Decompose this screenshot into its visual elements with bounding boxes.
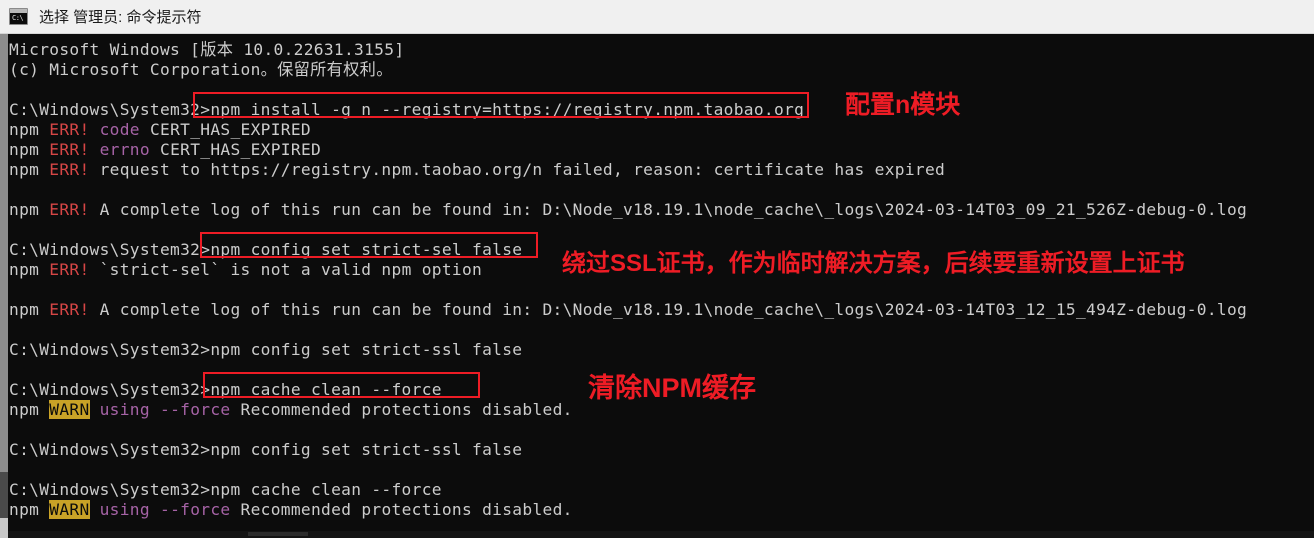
console-segment: errno <box>99 140 150 159</box>
console-segment: A complete log of this run can be found … <box>89 300 1248 319</box>
console-line-warn-force-1: npm WARN using --force Recommended prote… <box>9 400 573 420</box>
console-segment: ERR! <box>49 260 90 279</box>
console-line-prompt-strict-ssl-2: C:\Windows\System32>npm config set stric… <box>9 440 522 460</box>
console-segment: npm <box>9 500 50 519</box>
console-segment: ERR! <box>49 160 90 179</box>
console-line-prompt-cache-clean-1: C:\Windows\System32>npm cache clean --fo… <box>9 380 442 400</box>
console-segment: A complete log of this run can be found … <box>89 200 1248 219</box>
horizontal-scrollbar-thumb[interactable] <box>248 532 308 536</box>
console-segment: ERR! <box>49 200 90 219</box>
console-line-prompt-npm-install: C:\Windows\System32>npm install -g n --r… <box>9 100 804 120</box>
window-title: 选择 管理员: 命令提示符 <box>39 9 202 26</box>
console-segment: ERR! <box>49 140 90 159</box>
console-segment: C:\Windows\System32>npm config set stric… <box>9 440 523 459</box>
console-segment: Recommended protections disabled. <box>230 500 573 519</box>
console-segment: npm <box>9 300 50 319</box>
console-line-err-errno: npm ERR! errno CERT_HAS_EXPIRED <box>9 140 321 160</box>
console-line-prompt-cache-clean-2: C:\Windows\System32>npm cache clean --fo… <box>9 480 442 500</box>
annot-clear-cache: 清除NPM缓存 <box>588 373 756 403</box>
window-titlebar[interactable]: C:\ 选择 管理员: 命令提示符 <box>0 0 1314 34</box>
cmd-console-icon: C:\ <box>9 8 28 25</box>
console-segment <box>90 500 100 519</box>
console-line-banner-version: Microsoft Windows [版本 10.0.22631.3155] <box>9 40 404 60</box>
annot-config-n: 配置n模块 <box>845 91 961 119</box>
console-segment: npm <box>9 120 50 139</box>
console-segment: code <box>99 120 140 139</box>
console-segment: npm <box>9 140 50 159</box>
console-segment: npm <box>9 260 50 279</box>
console-segment <box>90 120 100 139</box>
console-segment: `strict-sel` is not a valid npm option <box>89 260 483 279</box>
console-segment: CERT_HAS_EXPIRED <box>139 120 311 139</box>
vertical-scrollbar[interactable] <box>0 34 8 538</box>
console-segment: C:\Windows\System32>npm cache clean --fo… <box>9 380 442 399</box>
console-line-prompt-strict-sel: C:\Windows\System32>npm config set stric… <box>9 240 522 260</box>
console-segment: (c) Microsoft Corporation。保留所有权利。 <box>9 60 393 79</box>
console-segment: npm <box>9 400 50 419</box>
console-segment: request to https://registry.npm.taobao.o… <box>89 160 946 179</box>
console-line-err-log-2: npm ERR! A complete log of this run can … <box>9 300 1247 320</box>
console-line-warn-force-2: npm WARN using --force Recommended prote… <box>9 500 573 520</box>
console-segment: using --force <box>99 400 231 419</box>
vertical-scrollbar-thumb[interactable] <box>0 34 8 472</box>
console-line-prompt-strict-ssl-1: C:\Windows\System32>npm config set stric… <box>9 340 522 360</box>
vertical-scrollbar-track-lower[interactable] <box>0 472 8 518</box>
console-segment: Recommended protections disabled. <box>230 400 573 419</box>
console-segment: using --force <box>99 500 231 519</box>
console-segment: WARN <box>49 500 90 519</box>
console-segment: npm <box>9 160 50 179</box>
console-segment: npm <box>9 200 50 219</box>
console-segment <box>90 400 100 419</box>
horizontal-scrollbar[interactable] <box>8 531 1314 538</box>
console-line-err-invalid-option: npm ERR! `strict-sel` is not a valid npm… <box>9 260 482 280</box>
console-segment: ERR! <box>49 120 90 139</box>
console-segment: C:\Windows\System32>npm install -g n --r… <box>9 100 805 119</box>
console-segment: CERT_HAS_EXPIRED <box>149 140 322 159</box>
command-prompt-window: C:\ 选择 管理员: 命令提示符 Microsoft Windows [版本 … <box>0 0 1314 538</box>
console-segment: ERR! <box>49 300 90 319</box>
annot-bypass-ssl: 绕过SSL证书，作为临时解决方案，后续要重新设置上证书 <box>562 250 1185 277</box>
console-segment: C:\Windows\System32>npm cache clean --fo… <box>9 480 442 499</box>
console-output-area[interactable]: Microsoft Windows [版本 10.0.22631.3155] (c… <box>0 34 1314 538</box>
console-line-banner-copyright: (c) Microsoft Corporation。保留所有权利。 <box>9 60 393 80</box>
console-segment: C:\Windows\System32>npm config set stric… <box>9 340 523 359</box>
console-text-layer: Microsoft Windows [版本 10.0.22631.3155] (c… <box>9 34 1309 538</box>
console-line-err-request: npm ERR! request to https://registry.npm… <box>9 160 945 180</box>
cmd-icon-prompt-text: C:\ <box>12 14 24 22</box>
console-segment: WARN <box>49 400 90 419</box>
console-segment <box>90 140 100 159</box>
console-line-err-code: npm ERR! code CERT_HAS_EXPIRED <box>9 120 311 140</box>
console-segment: C:\Windows\System32>npm config set stric… <box>9 240 523 259</box>
console-segment: Microsoft Windows [版本 10.0.22631.3155] <box>9 40 405 59</box>
console-line-err-log-1: npm ERR! A complete log of this run can … <box>9 200 1247 220</box>
